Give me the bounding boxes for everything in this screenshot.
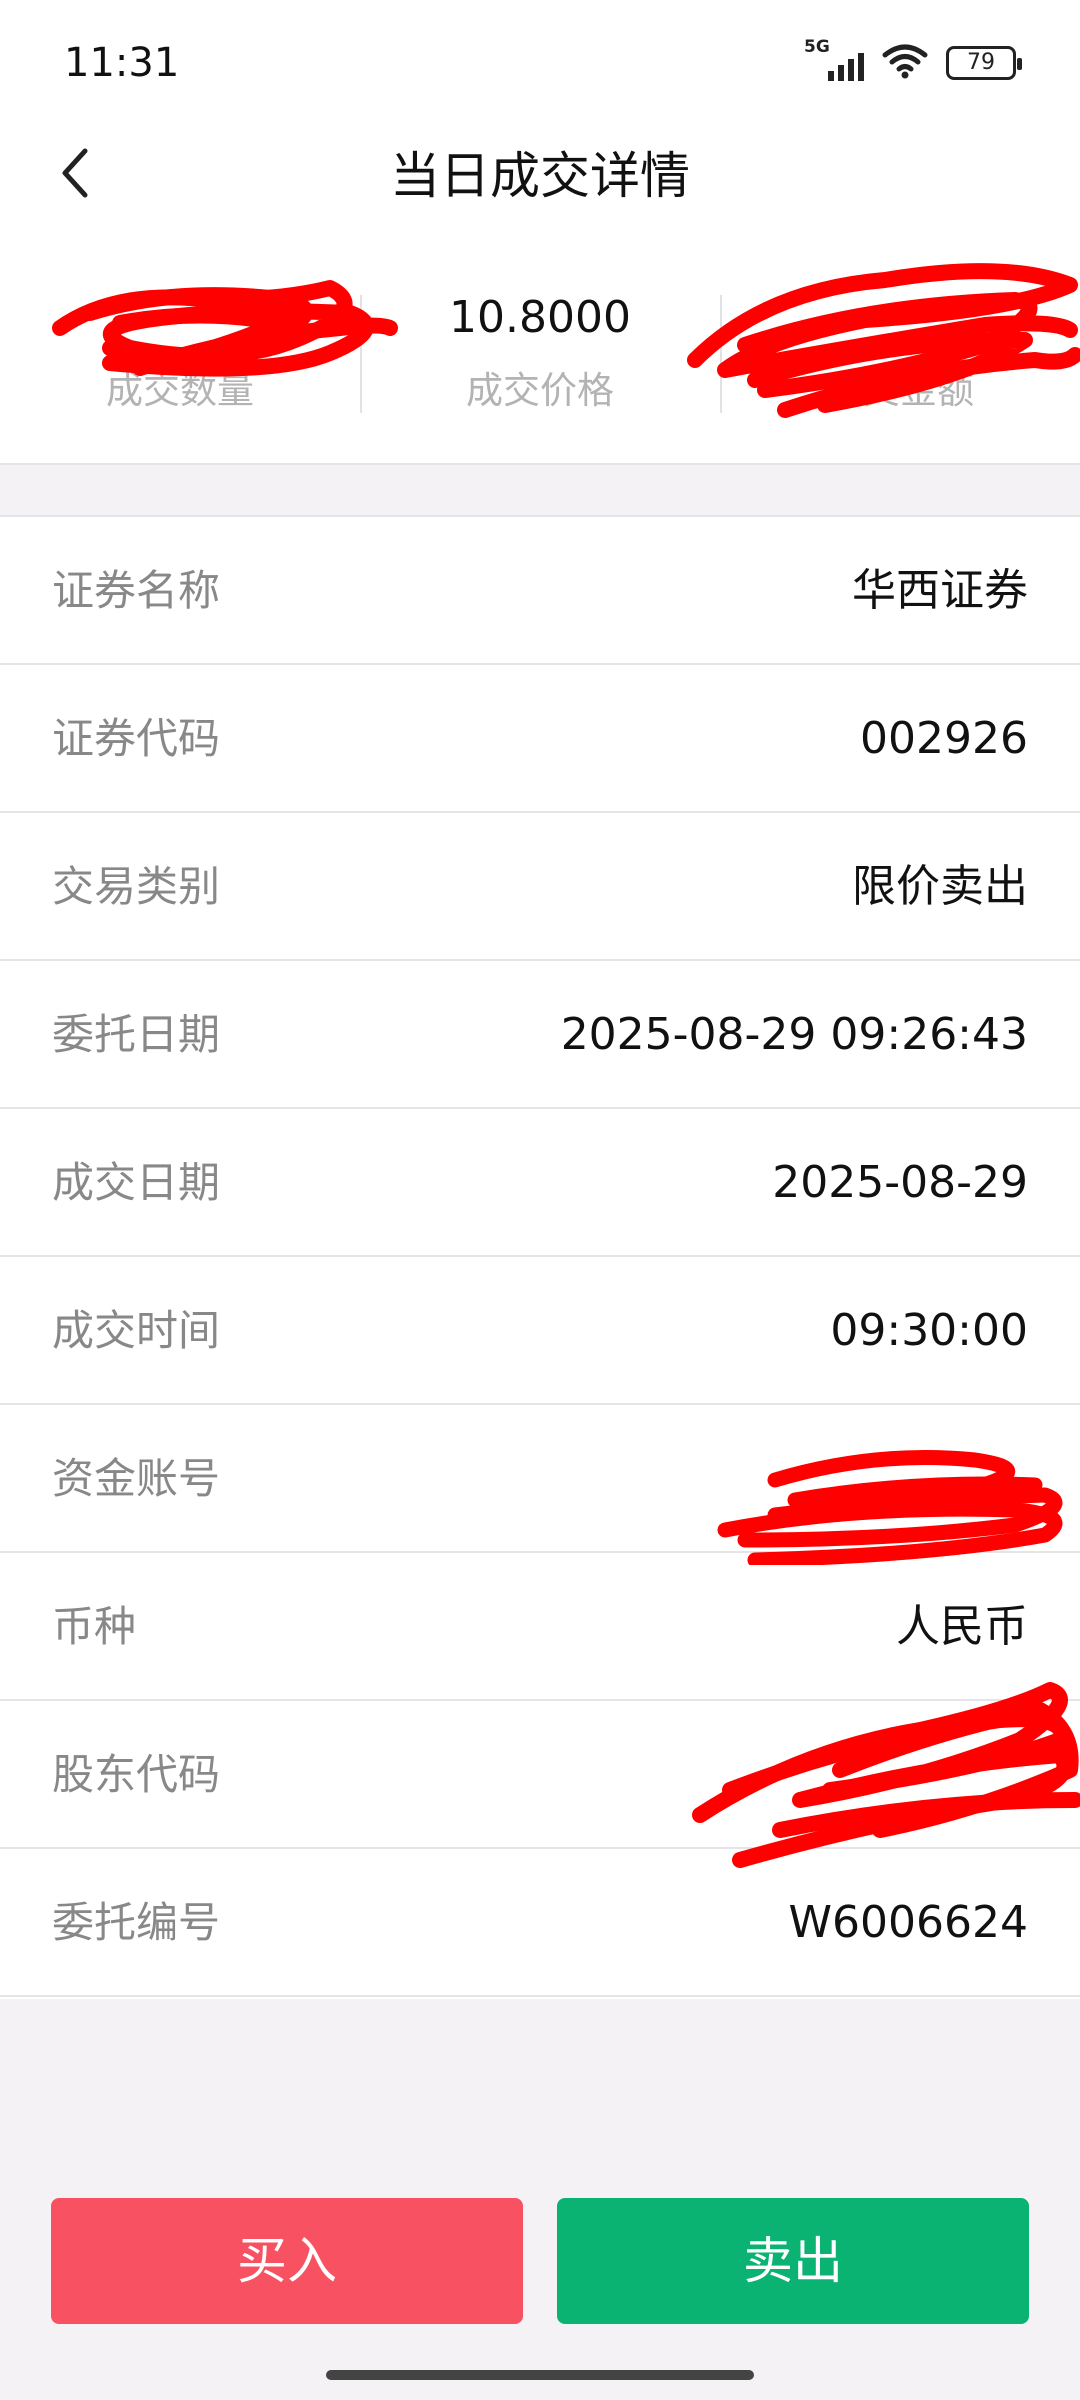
quantity-label: 成交数量	[106, 369, 254, 412]
detail-row-security-name: 证券名称 华西证券	[0, 517, 1080, 665]
detail-label: 委托日期	[52, 1010, 221, 1059]
detail-label: 资金账号	[52, 1454, 221, 1503]
amount-label: 成交金额	[826, 369, 974, 412]
detail-label: 交易类别	[52, 862, 221, 911]
buy-button[interactable]: 买入	[51, 2198, 523, 2324]
detail-label: 成交时间	[52, 1306, 221, 1355]
status-time: 11:31	[64, 40, 180, 86]
detail-row-trade-type: 交易类别 限价卖出	[0, 813, 1080, 961]
detail-label: 委托编号	[52, 1898, 221, 1947]
detail-label: 证券名称	[52, 566, 221, 615]
section-divider	[0, 463, 1080, 517]
price-value: 10.8000	[449, 292, 631, 343]
page-title: 当日成交详情	[390, 147, 690, 205]
detail-value: 华西证券	[852, 565, 1028, 616]
wifi-icon	[882, 43, 928, 83]
battery-icon: 79	[946, 46, 1022, 80]
status-bar: 11:31 5G 79	[0, 0, 1080, 125]
summary-amount: 成交金额	[720, 245, 1080, 463]
detail-row-shareholder-code: 股东代码	[0, 1701, 1080, 1849]
detail-row-fund-account: 资金账号	[0, 1405, 1080, 1553]
detail-value: 限价卖出	[852, 861, 1028, 912]
detail-value: 2025-08-29	[772, 1157, 1028, 1208]
network-type: 5G	[804, 37, 830, 57]
detail-row-deal-date: 成交日期 2025-08-29	[0, 1109, 1080, 1257]
summary-price: 10.8000 成交价格	[360, 245, 720, 463]
detail-row-security-code: 证券代码 002926	[0, 665, 1080, 813]
detail-value: 09:30:00	[830, 1305, 1028, 1356]
signal-icon: 5G	[804, 37, 864, 81]
sell-button[interactable]: 卖出	[557, 2198, 1029, 2324]
detail-row-deal-time: 成交时间 09:30:00	[0, 1257, 1080, 1405]
detail-row-currency: 币种 人民币	[0, 1553, 1080, 1701]
detail-label: 股东代码	[52, 1750, 221, 1799]
status-icons: 5G 79	[804, 37, 1022, 86]
detail-row-order-number: 委托编号 W6006624	[0, 1849, 1080, 1997]
nav-bar: 当日成交详情	[0, 125, 1080, 225]
price-label: 成交价格	[466, 369, 614, 412]
trade-summary: 成交数量 10.8000 成交价格 成交金额	[0, 245, 1080, 463]
detail-value: 人民币	[896, 1601, 1028, 1652]
detail-label: 证券代码	[52, 714, 221, 763]
home-indicator[interactable]	[326, 2370, 754, 2380]
summary-quantity: 成交数量	[0, 245, 360, 463]
detail-value: 2025-08-29 09:26:43	[560, 1009, 1028, 1060]
detail-label: 币种	[52, 1602, 137, 1651]
detail-value: W6006624	[788, 1897, 1028, 1948]
detail-value: 002926	[860, 713, 1028, 764]
detail-list: 证券名称 华西证券 证券代码 002926 交易类别 限价卖出 委托日期 202…	[0, 517, 1080, 1997]
detail-label: 成交日期	[52, 1158, 221, 1207]
detail-row-order-date: 委托日期 2025-08-29 09:26:43	[0, 961, 1080, 1109]
